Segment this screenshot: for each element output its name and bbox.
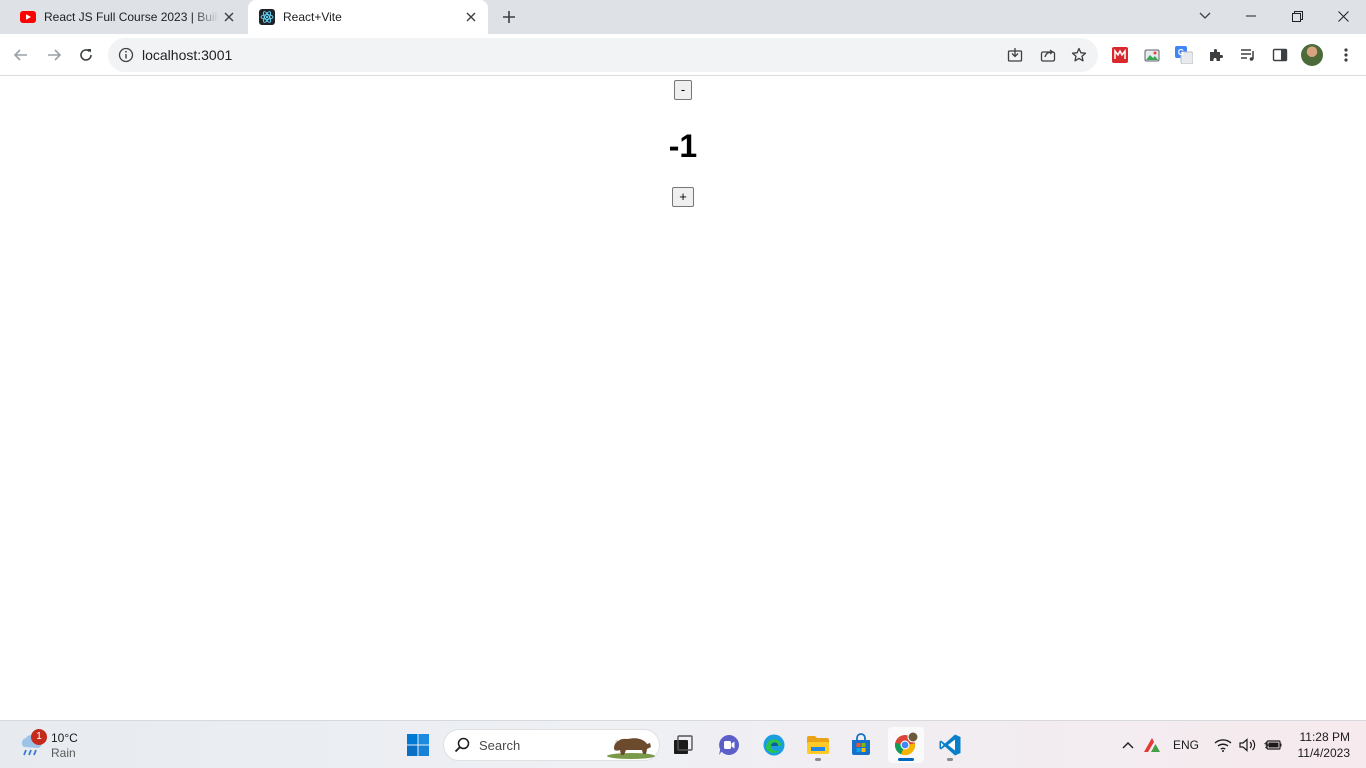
google-translate-icon[interactable]: G xyxy=(1172,43,1196,67)
svg-text:G: G xyxy=(1178,48,1184,57)
side-panel-icon[interactable] xyxy=(1268,43,1292,67)
notification-badge: 1 xyxy=(31,729,47,745)
new-tab-button[interactable] xyxy=(498,6,520,28)
wifi-icon[interactable] xyxy=(1212,735,1234,755)
browser-toolbar: localhost:3001 G xyxy=(0,34,1366,76)
running-indicator xyxy=(815,758,821,761)
counter-value: -1 xyxy=(668,128,698,164)
chrome-button[interactable] xyxy=(888,727,924,763)
folder-icon xyxy=(807,736,829,754)
chevron-down-icon xyxy=(1199,12,1211,19)
forward-arrow-icon xyxy=(48,49,62,61)
media-control-icon[interactable] xyxy=(1236,43,1260,67)
increment-button[interactable]: + xyxy=(672,187,694,207)
vscode-icon xyxy=(939,734,961,756)
profile-avatar[interactable] xyxy=(1301,44,1323,66)
volume-icon[interactable] xyxy=(1237,735,1259,755)
extension-image-icon[interactable] xyxy=(1140,43,1164,67)
chrome-icon xyxy=(894,732,919,756)
minimize-icon xyxy=(1246,15,1256,17)
store-icon xyxy=(852,733,870,755)
weather-temperature: 10°C xyxy=(51,731,78,745)
app-tray-icon[interactable] xyxy=(1142,735,1162,755)
edge-button[interactable] xyxy=(756,727,792,763)
minimize-button[interactable] xyxy=(1228,0,1274,32)
youtube-icon xyxy=(20,9,36,25)
forward-button[interactable] xyxy=(42,43,66,67)
bookmark-star-icon[interactable] xyxy=(1070,46,1088,64)
file-explorer-button[interactable] xyxy=(800,727,836,763)
tab-title: React+Vite xyxy=(283,10,342,24)
back-button[interactable] xyxy=(9,43,33,67)
tab-search-button[interactable] xyxy=(1182,0,1228,32)
search-highlight-bison-icon xyxy=(607,738,655,759)
task-view-icon xyxy=(674,735,693,754)
show-hidden-icons-button[interactable] xyxy=(1118,735,1138,755)
windows-logo-icon xyxy=(407,734,429,756)
search-icon xyxy=(454,737,470,753)
reload-icon xyxy=(80,49,92,61)
teams-chat-icon xyxy=(719,735,740,755)
weather-widget[interactable]: 1 10°C Rain xyxy=(18,729,88,761)
restore-icon xyxy=(1291,10,1303,22)
close-tab-icon[interactable] xyxy=(219,7,239,27)
system-clock[interactable]: 11:28 PM 11/4/2023 xyxy=(1290,729,1351,761)
kebab-menu-icon xyxy=(1344,48,1348,62)
reload-button[interactable] xyxy=(74,43,98,67)
extensions-puzzle-icon[interactable] xyxy=(1204,43,1228,67)
running-indicator xyxy=(947,758,953,761)
clock-time: 11:28 PM xyxy=(1299,730,1350,744)
input-language[interactable]: ENG xyxy=(1168,735,1204,755)
battery-icon[interactable] xyxy=(1262,735,1284,755)
active-indicator xyxy=(898,758,914,761)
anydesk-tray-icon xyxy=(1144,738,1160,752)
microsoft-store-button[interactable] xyxy=(843,727,879,763)
restore-button[interactable] xyxy=(1274,0,1320,32)
tab-title: React JS Full Course 2023 | Build xyxy=(44,10,219,24)
tab-youtube[interactable]: React JS Full Course 2023 | Build xyxy=(8,0,246,34)
task-view-button[interactable] xyxy=(665,727,701,763)
share-icon[interactable] xyxy=(1039,46,1057,64)
teams-chat-button[interactable] xyxy=(711,727,747,763)
decrement-button[interactable]: - xyxy=(673,80,693,100)
vscode-button[interactable] xyxy=(932,727,968,763)
clock-date: 11/4/2023 xyxy=(1297,746,1351,760)
close-tab-icon[interactable] xyxy=(461,7,481,27)
plus-icon xyxy=(503,11,515,23)
tab-react-vite[interactable]: React+Vite xyxy=(248,0,488,34)
install-app-icon[interactable] xyxy=(1006,46,1024,64)
url-text: localhost:3001 xyxy=(142,47,233,63)
taskbar-search[interactable]: Search xyxy=(443,729,660,761)
extension-mega-icon[interactable] xyxy=(1108,43,1132,67)
start-button[interactable] xyxy=(400,727,436,763)
edge-icon xyxy=(763,734,785,756)
close-icon xyxy=(1337,10,1349,22)
page-content: - -1 + xyxy=(0,77,1366,720)
close-window-button[interactable] xyxy=(1320,0,1366,32)
windows-taskbar: 1 10°C Rain Search ENG 11:28 PM 11/4/202… xyxy=(0,720,1366,768)
site-info-icon[interactable] xyxy=(118,47,134,63)
chevron-up-icon xyxy=(1122,742,1134,749)
search-placeholder: Search xyxy=(479,738,521,753)
back-arrow-icon xyxy=(13,49,27,61)
react-icon xyxy=(259,9,275,25)
weather-condition: Rain xyxy=(51,746,76,760)
chrome-menu-button[interactable] xyxy=(1334,43,1358,67)
address-bar[interactable]: localhost:3001 xyxy=(108,38,1098,72)
tab-strip: React JS Full Course 2023 | Build React+… xyxy=(0,0,1366,34)
